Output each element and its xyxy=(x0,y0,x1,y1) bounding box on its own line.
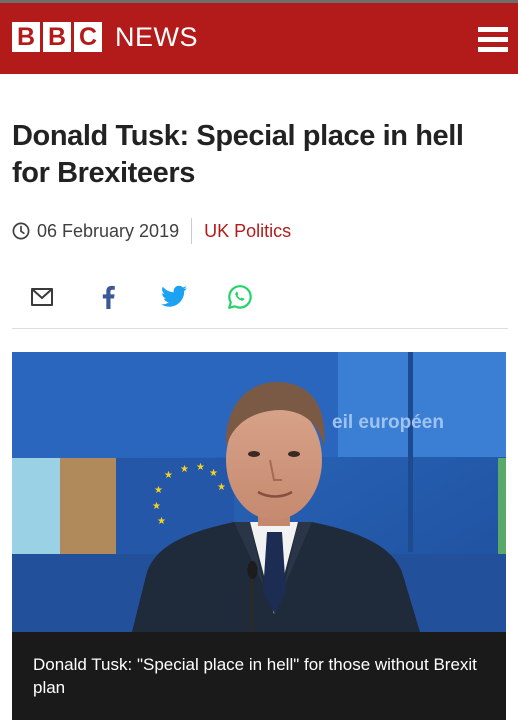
bbc-logo[interactable]: B B C xyxy=(12,22,102,52)
meta-divider xyxy=(191,218,193,244)
svg-text:★: ★ xyxy=(164,470,173,481)
bbc-logo-block-b2: B xyxy=(43,22,71,52)
article-date: 06 February 2019 xyxy=(37,220,180,241)
news-wordmark[interactable]: NEWS xyxy=(115,22,198,52)
site-header: B B C NEWS xyxy=(0,3,518,74)
email-icon[interactable] xyxy=(28,283,56,311)
svg-text:★: ★ xyxy=(196,462,205,473)
article-video-image[interactable]: eil européen ★ ★ ★ ★ ★ ★ ★ ★ xyxy=(12,352,506,632)
backdrop-text: eil européen xyxy=(332,412,444,433)
facebook-icon[interactable] xyxy=(94,283,122,311)
section-link-uk-politics[interactable]: UK Politics xyxy=(204,221,291,242)
twitter-icon[interactable] xyxy=(160,283,188,311)
svg-text:★: ★ xyxy=(157,516,166,527)
bbc-logo-block-b1: B xyxy=(12,22,40,52)
svg-text:★: ★ xyxy=(217,482,226,493)
whatsapp-icon[interactable] xyxy=(226,283,254,311)
svg-text:★: ★ xyxy=(209,468,218,479)
share-divider xyxy=(12,328,508,329)
video-frame-illustration: eil européen ★ ★ ★ ★ ★ ★ ★ ★ xyxy=(12,352,506,632)
clock-icon xyxy=(12,222,30,240)
video-caption-box: Donald Tusk: "Special place in hell" for… xyxy=(12,632,506,720)
svg-text:★: ★ xyxy=(180,464,189,475)
article-meta: 06 February 2019 UK Politics xyxy=(12,217,291,245)
svg-text:★: ★ xyxy=(152,501,161,512)
video-caption: Donald Tusk: "Special place in hell" for… xyxy=(33,655,477,697)
article-headline: Donald Tusk: Special place in hell for B… xyxy=(12,120,464,189)
svg-text:★: ★ xyxy=(154,485,163,496)
bbc-logo-block-c: C xyxy=(74,22,102,52)
hamburger-menu-icon[interactable] xyxy=(478,27,508,53)
